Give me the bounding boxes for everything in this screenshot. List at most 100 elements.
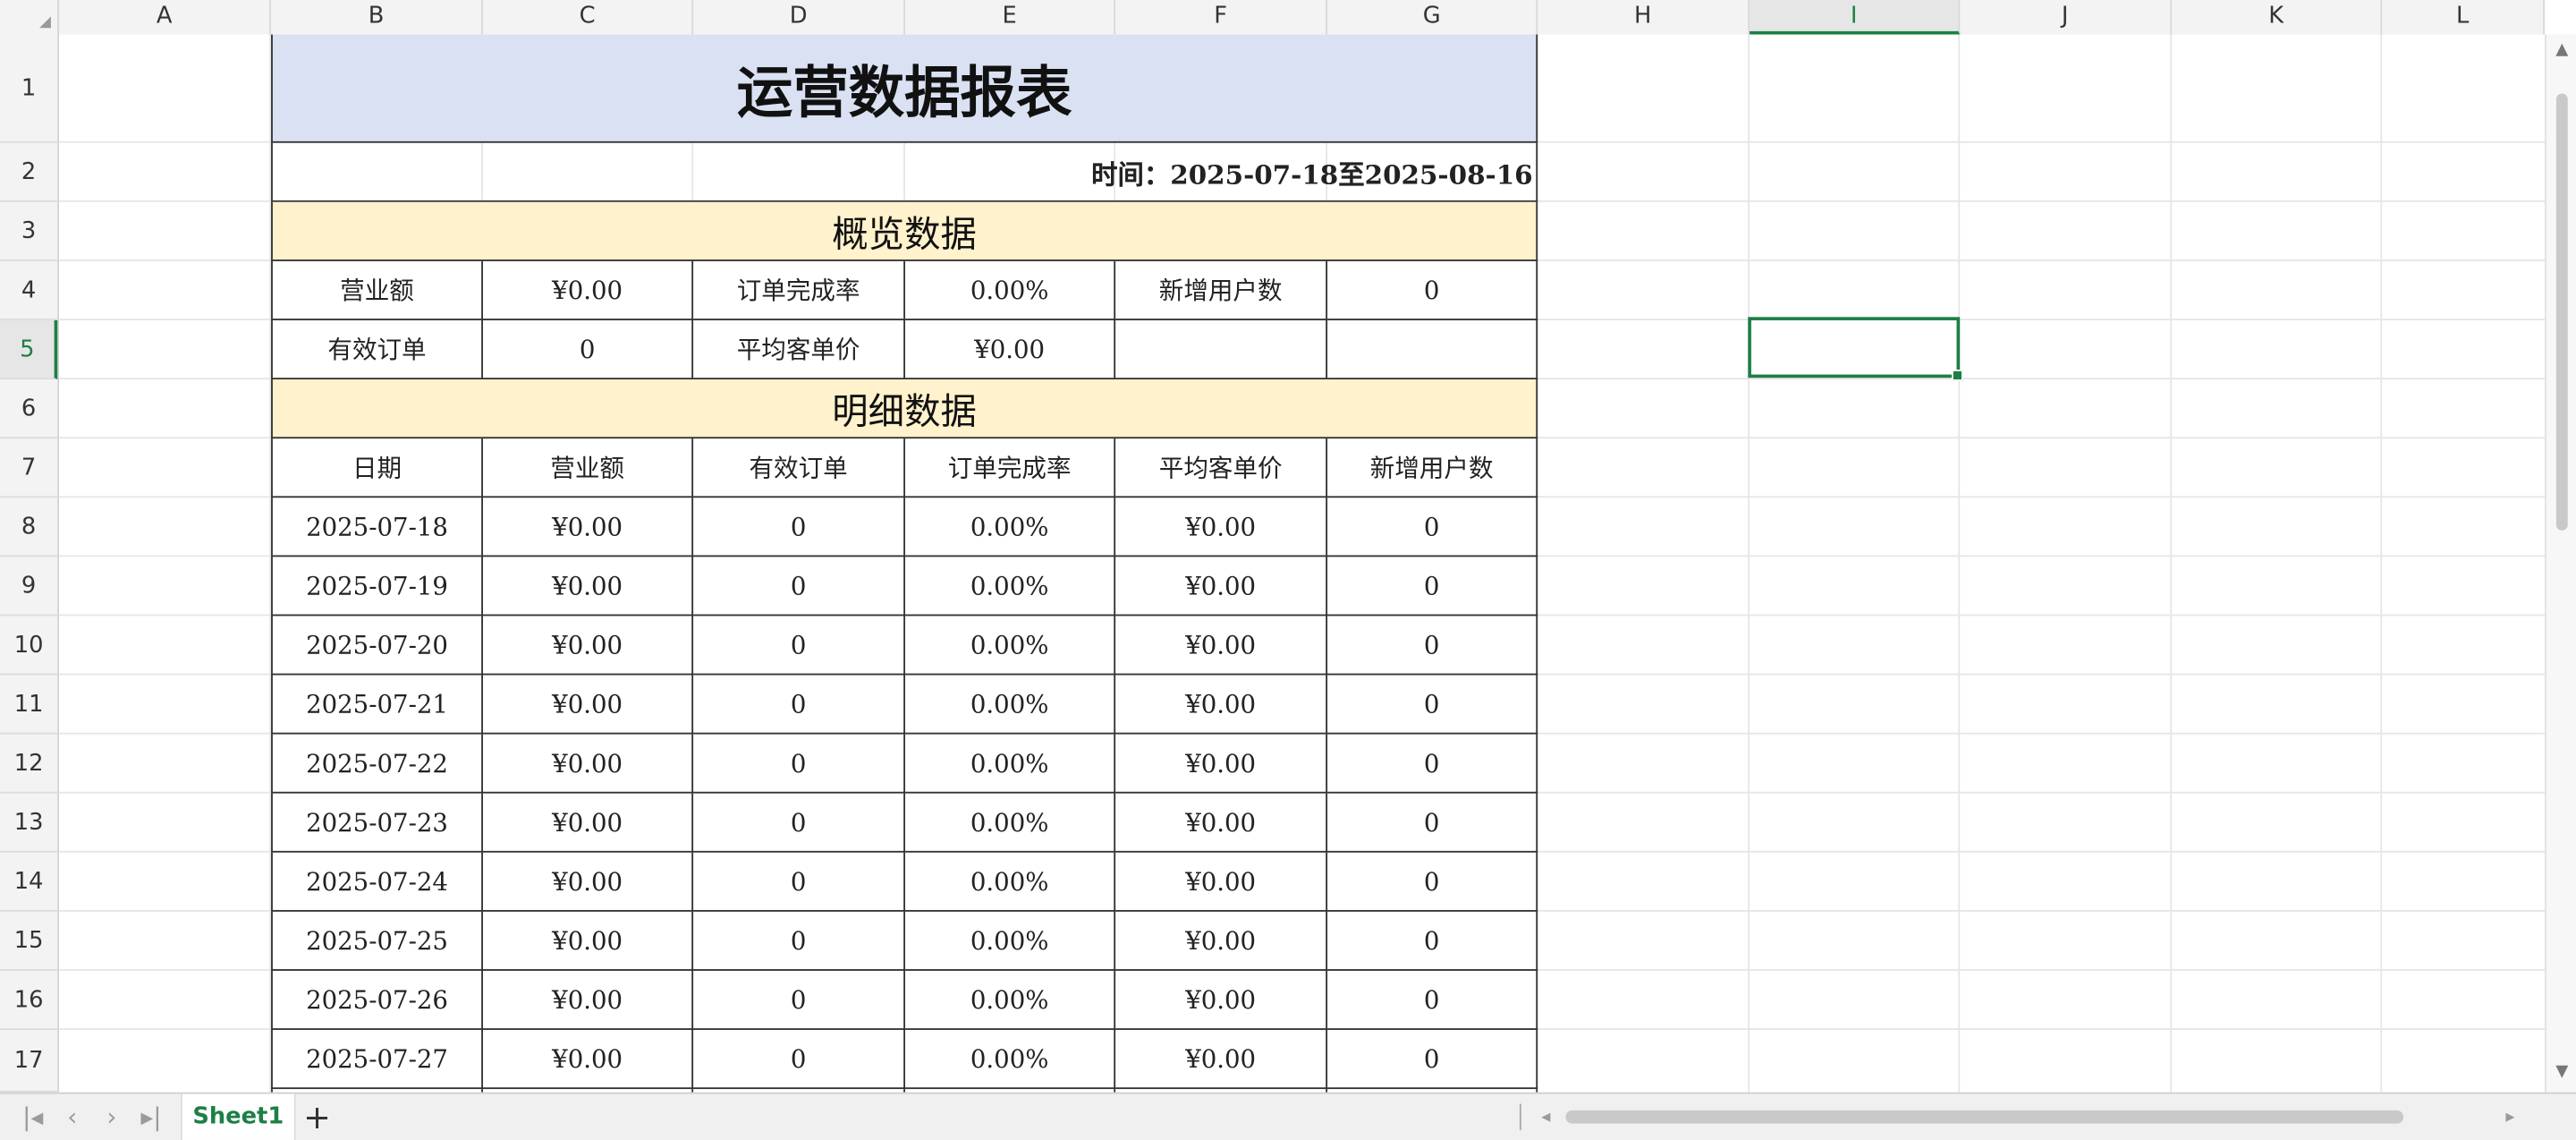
row-header-13[interactable]: 13 bbox=[0, 794, 58, 853]
detail-cell[interactable]: ¥0.00 bbox=[482, 557, 694, 617]
overview-cell[interactable]: 0 bbox=[1327, 260, 1538, 320]
detail-cell[interactable]: ¥0.00 bbox=[1115, 675, 1328, 735]
detail-cell[interactable]: ¥0.00 bbox=[1115, 1029, 1328, 1090]
overview-cell[interactable]: 营业额 bbox=[271, 260, 483, 320]
detail-cell[interactable]: 0 bbox=[1327, 734, 1538, 794]
row-header-17[interactable]: 17 bbox=[0, 1030, 58, 1093]
detail-cell[interactable]: 2025-07-24 bbox=[271, 852, 483, 912]
detail-cell[interactable]: ¥0.00 bbox=[1115, 852, 1328, 912]
detail-header-cell[interactable]: 有效订单 bbox=[693, 438, 906, 498]
row-header-15[interactable]: 15 bbox=[0, 912, 58, 971]
detail-cell[interactable]: ¥0.00 bbox=[1115, 557, 1328, 617]
report-title[interactable]: 运营数据报表 bbox=[271, 34, 1538, 143]
detail-cell[interactable]: 0 bbox=[1327, 793, 1538, 853]
row-header-5[interactable]: 5 bbox=[0, 319, 58, 380]
detail-cell[interactable]: 0 bbox=[1327, 1029, 1538, 1090]
detail-cell[interactable]: ¥0.00 bbox=[482, 498, 694, 557]
detail-cell[interactable]: 2025-07-26 bbox=[271, 970, 483, 1030]
detail-cell[interactable]: ¥0.00 bbox=[1115, 911, 1328, 971]
detail-header-cell[interactable]: 日期 bbox=[271, 438, 483, 498]
scroll-left-icon[interactable]: ◂ bbox=[1530, 1101, 1563, 1134]
overview-cell[interactable]: 有效订单 bbox=[271, 319, 483, 380]
detail-cell[interactable]: 0 bbox=[693, 911, 906, 971]
detail-header-cell[interactable]: 订单完成率 bbox=[905, 438, 1116, 498]
detail-header-cell[interactable]: 营业额 bbox=[482, 438, 694, 498]
detail-cell[interactable]: 0.00% bbox=[905, 852, 1116, 912]
detail-cell[interactable]: 0 bbox=[693, 1029, 906, 1090]
row-header-14[interactable]: 14 bbox=[0, 853, 58, 912]
add-sheet-button[interactable]: + bbox=[301, 1099, 334, 1135]
row-header-9[interactable]: 9 bbox=[0, 557, 58, 617]
sheet-tab-sheet1[interactable]: Sheet1 bbox=[181, 1093, 296, 1140]
horizontal-scroll-thumb[interactable] bbox=[1565, 1110, 2404, 1124]
overview-cell[interactable]: 0.00% bbox=[905, 260, 1116, 320]
detail-cell[interactable]: 0.00% bbox=[905, 498, 1116, 557]
detail-cell[interactable]: ¥0.00 bbox=[1115, 616, 1328, 676]
vertical-scroll-thumb[interactable] bbox=[2555, 93, 2568, 531]
column-header-c[interactable]: C bbox=[483, 0, 694, 35]
detail-cell[interactable]: 0 bbox=[1327, 911, 1538, 971]
detail-header-cell[interactable]: 新增用户数 bbox=[1327, 438, 1538, 498]
row-header-10[interactable]: 10 bbox=[0, 616, 58, 676]
column-header-e[interactable]: E bbox=[905, 0, 1116, 35]
scroll-up-icon[interactable]: ▲ bbox=[2546, 41, 2576, 59]
detail-cell[interactable]: ¥0.00 bbox=[482, 793, 694, 853]
active-cell-cursor[interactable] bbox=[1748, 317, 1963, 381]
column-header-g[interactable]: G bbox=[1327, 0, 1538, 35]
detail-cell[interactable]: 0 bbox=[693, 734, 906, 794]
detail-cell[interactable]: 0 bbox=[1327, 852, 1538, 912]
detail-cell[interactable]: 0 bbox=[693, 852, 906, 912]
detail-cell[interactable]: 2025-07-19 bbox=[271, 557, 483, 617]
vertical-scrollbar[interactable]: ▲ ▼ bbox=[2545, 34, 2576, 1093]
detail-cell[interactable]: ¥0.00 bbox=[482, 852, 694, 912]
row-header-16[interactable]: 16 bbox=[0, 971, 58, 1030]
detail-cell[interactable]: 0 bbox=[1327, 616, 1538, 676]
row-header-7[interactable]: 7 bbox=[0, 438, 58, 498]
detail-header-cell[interactable]: 平均客单价 bbox=[1115, 438, 1328, 498]
overview-section-title[interactable]: 概览数据 bbox=[271, 201, 1538, 261]
detail-section-title[interactable]: 明细数据 bbox=[271, 379, 1538, 439]
column-header-a[interactable]: A bbox=[59, 0, 272, 35]
detail-cell[interactable]: 0 bbox=[693, 557, 906, 617]
report-date-range[interactable]: 时间：2025-07-18至2025-08-16 bbox=[271, 142, 1538, 202]
detail-cell[interactable]: ¥0.00 bbox=[1115, 793, 1328, 853]
select-all-corner[interactable] bbox=[0, 0, 60, 35]
column-header-k[interactable]: K bbox=[2172, 0, 2383, 35]
detail-cell[interactable]: ¥0.00 bbox=[482, 616, 694, 676]
overview-cell[interactable]: 订单完成率 bbox=[693, 260, 906, 320]
column-header-f[interactable]: F bbox=[1115, 0, 1328, 35]
row-header-1[interactable]: 1 bbox=[0, 35, 58, 143]
detail-cell[interactable]: 2025-07-18 bbox=[271, 498, 483, 557]
column-header-j[interactable]: J bbox=[1960, 0, 2173, 35]
column-header-d[interactable]: D bbox=[693, 0, 906, 35]
detail-cell[interactable]: 0 bbox=[1327, 498, 1538, 557]
detail-cell[interactable]: ¥0.00 bbox=[482, 911, 694, 971]
overview-cell[interactable] bbox=[1327, 319, 1538, 380]
detail-cell[interactable]: 0 bbox=[693, 793, 906, 853]
row-header-6[interactable]: 6 bbox=[0, 379, 58, 439]
detail-cell[interactable]: 0.00% bbox=[905, 970, 1116, 1030]
scroll-right-icon[interactable]: ▸ bbox=[2494, 1101, 2527, 1134]
next-sheet-icon[interactable]: › bbox=[96, 1101, 129, 1134]
column-header-h[interactable]: H bbox=[1538, 0, 1750, 35]
detail-cell[interactable]: ¥0.00 bbox=[482, 734, 694, 794]
detail-cell[interactable]: 2025-07-23 bbox=[271, 793, 483, 853]
detail-cell[interactable]: ¥0.00 bbox=[482, 675, 694, 735]
detail-cell[interactable]: 2025-07-27 bbox=[271, 1029, 483, 1090]
row-header-3[interactable]: 3 bbox=[0, 202, 58, 261]
overview-cell[interactable]: 0 bbox=[482, 319, 694, 380]
detail-cell[interactable]: 0 bbox=[1327, 970, 1538, 1030]
detail-cell[interactable]: 0.00% bbox=[905, 1029, 1116, 1090]
fill-handle[interactable] bbox=[1951, 370, 1963, 381]
detail-cell[interactable]: 0.00% bbox=[905, 557, 1116, 617]
overview-cell[interactable]: 新增用户数 bbox=[1115, 260, 1328, 320]
prev-sheet-icon[interactable]: ‹ bbox=[55, 1101, 89, 1134]
detail-cell[interactable]: ¥0.00 bbox=[1115, 498, 1328, 557]
detail-cell[interactable]: 0.00% bbox=[905, 911, 1116, 971]
detail-cell[interactable]: 0 bbox=[693, 970, 906, 1030]
detail-cell[interactable]: ¥0.00 bbox=[1115, 970, 1328, 1030]
detail-cell[interactable]: ¥0.00 bbox=[482, 970, 694, 1030]
detail-cell[interactable]: 0.00% bbox=[905, 616, 1116, 676]
column-header-l[interactable]: L bbox=[2382, 0, 2546, 35]
cell-grid[interactable]: 运营数据报表 时间：2025-07-18至2025-08-16 概览数据 营业额… bbox=[59, 34, 2546, 1093]
